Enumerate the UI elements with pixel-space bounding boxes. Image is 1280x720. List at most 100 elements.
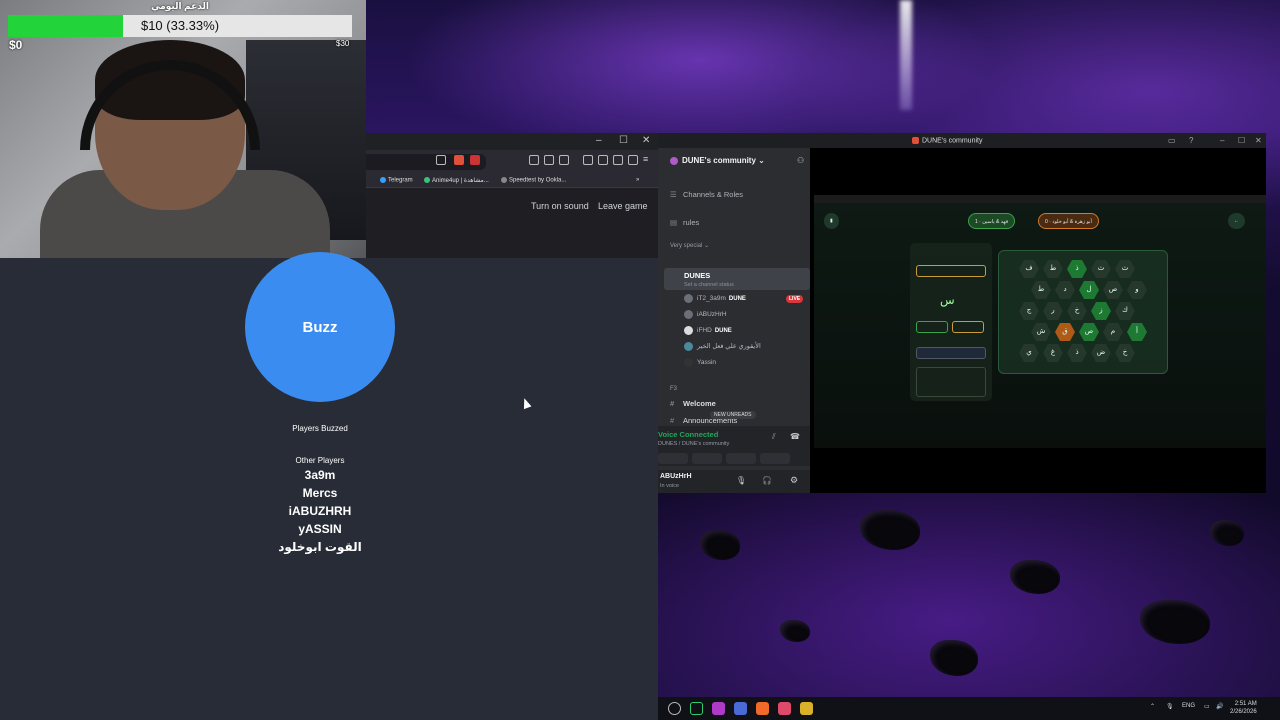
language-indicator[interactable]: ENG <box>1182 703 1195 709</box>
shuffle-button <box>916 347 986 359</box>
discord-channel-sidebar: DUNE's community ⌄ ⚇ ☰ Channels & Roles ▤… <box>658 148 810 493</box>
noise-suppression-icon[interactable]: ⫽ <box>772 432 776 442</box>
bookmark-anime4up[interactable]: Anime4up | مشاهدة... <box>424 177 489 184</box>
sidebar-icon[interactable] <box>583 155 593 165</box>
bookmarks-bar: Telegram Anime4up | مشاهدة... Speedtest … <box>366 174 658 188</box>
settings-gear-icon[interactable]: ⚙ <box>790 475 798 486</box>
brave-icon[interactable] <box>756 702 769 715</box>
minimize-button[interactable]: – <box>596 135 602 146</box>
leave-game-button[interactable]: Leave game <box>598 201 648 211</box>
help-icon[interactable]: ? <box>1189 136 1193 145</box>
new-unreads-pill[interactable]: NEW UNREADS <box>710 411 756 419</box>
volume-icon[interactable]: 🔊 <box>1216 703 1223 710</box>
rewards-icon[interactable] <box>470 155 480 165</box>
wallet-icon[interactable] <box>598 155 608 165</box>
desktop: – ☐ ✕ ≡ Telegram Anime4up | مشاهدة... Sp… <box>0 0 1280 720</box>
taskbar-clock[interactable]: 2:51 AM 2/26/2026 <box>1230 700 1257 716</box>
category-very-special[interactable]: Very special ⌄ <box>670 242 709 249</box>
disconnect-icon[interactable]: ☎ <box>790 432 800 441</box>
hex-cell: ش <box>1031 323 1051 341</box>
network-icon[interactable]: ▭ <box>1204 703 1210 710</box>
stream-viewer[interactable]: ▮ 1 · فهد & ياسين 0 · أبو زهرة & أبو خلو… <box>810 148 1266 493</box>
player-name: 3a9m <box>304 468 336 482</box>
maximize-button[interactable]: ☐ <box>619 135 628 146</box>
browser-toolbar: ≡ <box>366 150 658 174</box>
address-bar[interactable] <box>366 154 486 170</box>
tray-overflow-icon[interactable]: ⌃ <box>1150 703 1155 710</box>
screen-share-button[interactable] <box>692 453 722 464</box>
voice-user[interactable]: iFHD DUNE <box>684 326 732 335</box>
channels-roles-link[interactable]: ☰ Channels & Roles <box>670 190 743 199</box>
app-icon[interactable] <box>778 702 791 715</box>
activities-button[interactable] <box>726 453 756 464</box>
other-players-label: Other Players <box>295 456 345 465</box>
hex-cell: ق <box>1055 323 1075 341</box>
rules-icon: ▤ <box>670 218 678 227</box>
voice-user[interactable]: iT2_3a9m DUNE <box>684 294 746 303</box>
leo-icon[interactable] <box>613 155 623 165</box>
soundboard-button[interactable] <box>760 453 790 464</box>
shared-screen: ▮ 1 · فهد & ياسين 0 · أبو زهرة & أبو خلو… <box>814 195 1266 448</box>
inbox-icon[interactable]: ▭ <box>1168 136 1176 145</box>
hex-cell: غ <box>1043 344 1063 362</box>
microphone-icon[interactable]: 🎙 <box>736 476 746 485</box>
voice-user[interactable]: الأيقوري علي فعل الخير <box>684 342 761 351</box>
app-icon[interactable] <box>800 702 813 715</box>
search-icon[interactable] <box>668 702 681 715</box>
hex-cell: ر <box>1043 302 1063 320</box>
voice-user[interactable]: iABUzHrH <box>684 310 727 319</box>
extension-icon[interactable] <box>529 155 539 165</box>
menu-icon[interactable]: ≡ <box>643 155 653 165</box>
current-user-name[interactable]: ABUzHrH <box>660 473 692 480</box>
hex-board: فطذثثطدلصوجرخزكشقصمأيغذضخ <box>998 250 1168 374</box>
translate-icon[interactable] <box>559 155 569 165</box>
camera-button[interactable] <box>658 453 688 464</box>
close-button[interactable]: ✕ <box>642 135 650 146</box>
avatar <box>684 294 693 303</box>
bookmark-speedtest[interactable]: Speedtest by Ookla... <box>501 177 566 184</box>
voice-location[interactable]: DUNES / DUNE's community <box>658 441 729 447</box>
app-icon[interactable] <box>712 702 725 715</box>
category-f3[interactable]: F3 <box>670 386 677 392</box>
headphones-icon[interactable]: 🎧 <box>762 476 772 485</box>
terminal-icon[interactable] <box>690 702 703 715</box>
taskbar: ⌃ 🎙 ENG ▭ 🔊 2:51 AM 2/26/2026 <box>658 697 1280 720</box>
hex-cell: ص <box>1103 281 1123 299</box>
live-badge: LIVE <box>786 295 804 303</box>
server-header[interactable]: DUNE's community ⌄ <box>670 156 765 165</box>
hex-cell: ض <box>1091 344 1111 362</box>
buzz-button[interactable]: Buzz <box>245 252 395 402</box>
add-friend-icon[interactable]: ⚇ <box>797 156 804 165</box>
hex-cell: ث <box>1115 260 1135 278</box>
discord-minimize-button[interactable]: – <box>1220 136 1224 145</box>
bookmark-telegram[interactable]: Telegram <box>380 177 413 184</box>
app-icon[interactable] <box>734 702 747 715</box>
user-panel: ABUzHrH In voice 🎙 🎧 ⚙ <box>658 470 810 493</box>
hash-icon: # <box>670 399 675 408</box>
brave-shield-icon[interactable] <box>454 155 464 165</box>
hex-cell: ج <box>1019 302 1039 320</box>
speedtest-icon <box>501 177 507 183</box>
avatar <box>684 310 693 319</box>
discord-titlebar: DUNE's community ▭ ? – ☐ ✕ <box>658 133 1266 148</box>
channel-welcome[interactable]: # Welcome <box>670 399 716 408</box>
share-icon[interactable] <box>436 155 446 165</box>
discord-maximize-button[interactable]: ☐ <box>1238 136 1245 145</box>
info-panel <box>916 367 986 397</box>
vpn-icon[interactable] <box>628 155 638 165</box>
bookmarks-overflow-icon[interactable]: » <box>636 177 639 183</box>
hex-cell: خ <box>1067 302 1087 320</box>
chat-icon[interactable] <box>544 155 554 165</box>
tray-mic-icon[interactable]: 🎙 <box>1166 703 1174 710</box>
voice-connection-panel: Voice Connected DUNES / DUNE's community… <box>658 426 810 466</box>
server-avatar-icon <box>670 156 678 165</box>
channel-status-input[interactable]: Set a channel status <box>684 282 734 288</box>
donation-amount: $10 (33.33%) <box>140 18 220 33</box>
webcam-feed <box>0 0 366 258</box>
player-name: Mercs <box>302 486 338 500</box>
voice-user[interactable]: Yassin <box>684 358 716 367</box>
turn-on-sound-button[interactable]: Turn on sound <box>531 201 589 211</box>
question-card: س <box>910 243 992 401</box>
discord-close-button[interactable]: ✕ <box>1255 136 1262 145</box>
rules-channel[interactable]: ▤ rules <box>670 218 699 227</box>
